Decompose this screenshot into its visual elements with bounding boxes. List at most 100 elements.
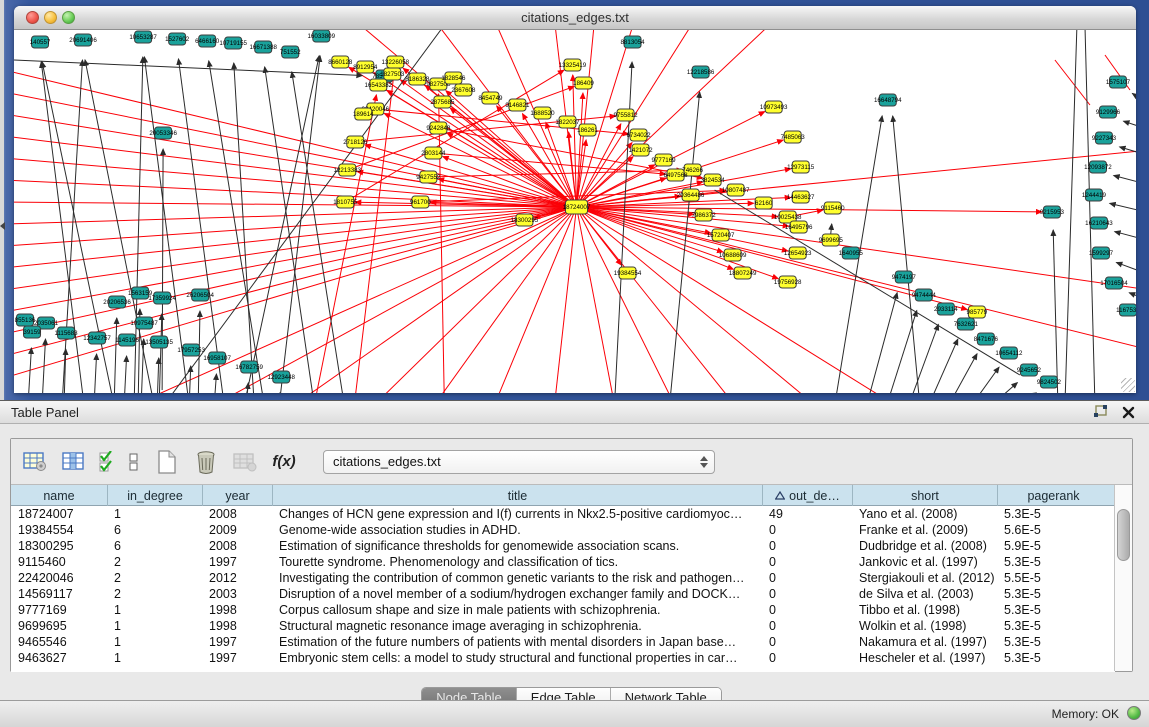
graph-node[interactable]: 140557	[30, 36, 51, 48]
graph-node[interactable]: 8813054	[620, 36, 645, 48]
graph-node[interactable]: 16958107	[203, 352, 231, 364]
column-header-year[interactable]: year	[202, 485, 272, 506]
graph-node[interactable]: 8660128	[328, 56, 353, 68]
graph-node[interactable]: 10653287	[129, 31, 157, 43]
graph-node[interactable]: 961700	[410, 196, 431, 208]
graph-node[interactable]: 186261	[577, 124, 598, 136]
table-row[interactable]: 969969511998Structural magnetic resonanc…	[11, 618, 1115, 634]
column-header-name[interactable]: name	[11, 485, 107, 506]
graph-node[interactable]: 751552	[280, 46, 301, 58]
graph-node[interactable]: 1810755	[333, 196, 358, 208]
table-row[interactable]: 946362711997Embryonic stem cells: a mode…	[11, 650, 1115, 666]
show-columns-button[interactable]	[60, 447, 88, 477]
panel-collapse-handle[interactable]	[0, 218, 7, 234]
graph-node[interactable]: 20206536	[103, 296, 131, 308]
graph-node[interactable]: 9215953	[1040, 206, 1065, 218]
network-graph-canvas[interactable]: 140557 20691406 10653287 1527602 64661601071…	[14, 30, 1136, 393]
graph-node[interactable]: 20691406	[69, 34, 97, 46]
graph-node[interactable]: 7632621	[954, 318, 979, 330]
graph-node[interactable]: 189614	[353, 108, 374, 120]
graph-node[interactable]: 9427552	[416, 171, 441, 183]
graph-node[interactable]: 12654923	[784, 247, 812, 259]
graph-node[interactable]: 17359924	[148, 292, 176, 304]
graph-node[interactable]: 14463627	[787, 191, 815, 203]
column-header-short[interactable]: short	[852, 485, 997, 506]
graph-node[interactable]: 1688520	[530, 107, 555, 119]
table-row[interactable]: 946554611997Estimation of the future num…	[11, 634, 1115, 650]
graph-node[interactable]: 186409	[573, 77, 594, 89]
scrollbar-thumb[interactable]	[1117, 509, 1130, 561]
table-row[interactable]: 911546021997Tourette syndrome. Phenomeno…	[11, 554, 1115, 570]
graph-node[interactable]: 9129966	[1096, 106, 1121, 118]
graph-node[interactable]: 13505135	[145, 336, 173, 348]
graph-node[interactable]: 19384554	[614, 267, 642, 279]
graph-node[interactable]: 10654112	[995, 347, 1023, 359]
row-options-button[interactable]	[126, 447, 142, 477]
graph-node[interactable]: 9755812	[613, 109, 638, 121]
window-titlebar[interactable]: citations_edges.txt	[14, 6, 1136, 30]
table-row[interactable]: 1456911722003Disruption of a novel membe…	[11, 586, 1115, 602]
graph-node[interactable]: 1640955	[839, 247, 864, 259]
memory-status-icon[interactable]	[1127, 706, 1141, 720]
graph-node[interactable]: 17016504	[1100, 277, 1128, 289]
graph-node[interactable]: 9242848	[426, 122, 451, 134]
graph-node[interactable]: 9115460	[821, 202, 845, 214]
table-mode-button[interactable]	[21, 447, 49, 477]
graph-node[interactable]: 2718126	[343, 136, 368, 148]
graph-node[interactable]: 39159	[23, 326, 41, 338]
graph-node[interactable]: 13226058	[382, 56, 410, 68]
graph-node[interactable]: 9824502	[1037, 376, 1062, 388]
select-all-button[interactable]	[99, 447, 115, 477]
graph-node[interactable]: 9699695	[819, 234, 844, 246]
table-selector-dropdown[interactable]: citations_edges.txt	[323, 450, 715, 474]
graph-node[interactable]: 26206504	[186, 289, 214, 301]
graph-node[interactable]: 9146821	[505, 99, 530, 111]
graph-node[interactable]: 1828546	[441, 72, 466, 84]
network-graph-svg[interactable]: 140557 20691406 10653287 1527602 64661601071…	[14, 30, 1136, 393]
graph-node[interactable]: 19756928	[774, 276, 802, 288]
column-header-out_degree[interactable]: out_de…	[762, 485, 852, 506]
table-row[interactable]: 1938455462009Genome-wide association stu…	[11, 522, 1115, 538]
graph-node[interactable]: 985779	[967, 306, 988, 318]
graph-node[interactable]: 13325419	[559, 59, 587, 71]
graph-node[interactable]: 12973115	[787, 161, 815, 173]
graph-node[interactable]: 1527602	[165, 33, 190, 45]
graph-node[interactable]: 1167533	[1116, 304, 1136, 316]
delete-table-button[interactable]	[231, 447, 259, 477]
graph-node[interactable]: 855136	[15, 314, 36, 326]
graph-node[interactable]: 8471676	[974, 333, 999, 345]
column-header-pagerank[interactable]: pagerank	[997, 485, 1109, 506]
graph-node[interactable]: 12218586	[687, 66, 715, 78]
graph-node[interactable]: 7485063	[781, 131, 806, 143]
graph-node[interactable]: 6734022	[627, 129, 652, 141]
graph-node[interactable]: 2367608	[451, 84, 476, 96]
table-row[interactable]: 1830029562008Estimation of significance …	[11, 538, 1115, 554]
graph-node[interactable]: 1115683	[54, 327, 78, 339]
graph-hub-node[interactable]: 18724007	[563, 200, 591, 214]
graph-node[interactable]: 2803144	[421, 147, 446, 159]
table-row[interactable]: 2242004622012Investigating the contribut…	[11, 570, 1115, 586]
graph-node[interactable]: 7986372	[692, 209, 717, 221]
graph-node[interactable]: 2875685	[430, 96, 455, 108]
table-row[interactable]: 977716911998Corpus callosum shape and si…	[11, 602, 1115, 618]
graph-node[interactable]: 16648794	[874, 94, 902, 106]
graph-node[interactable]: 16210643	[1085, 217, 1113, 229]
table-row[interactable]: 1872400712008Changes of HCN gene express…	[11, 506, 1115, 522]
float-panel-icon[interactable]	[1093, 405, 1108, 419]
graph-node[interactable]: 16033809	[308, 30, 336, 42]
graph-node[interactable]: 20364486	[677, 189, 705, 201]
graph-node[interactable]: 6466160	[195, 35, 220, 47]
graph-node[interactable]: 9474197	[892, 271, 917, 283]
graph-node[interactable]: 1145196	[115, 334, 139, 346]
graph-node[interactable]: 1827503	[380, 68, 405, 80]
graph-node[interactable]: 12923448	[267, 371, 295, 383]
graph-node[interactable]: 62160	[755, 197, 773, 209]
graph-node[interactable]: 1822037	[555, 116, 580, 128]
graph-node[interactable]: 10807487	[722, 184, 750, 196]
delete-column-button[interactable]	[192, 447, 220, 477]
create-column-button[interactable]	[153, 447, 181, 477]
graph-node[interactable]: 9227343	[1092, 132, 1117, 144]
graph-node[interactable]: 10973493	[760, 101, 788, 113]
graph-node[interactable]: 10719155	[219, 37, 247, 49]
graph-node[interactable]: 16671388	[249, 41, 277, 53]
